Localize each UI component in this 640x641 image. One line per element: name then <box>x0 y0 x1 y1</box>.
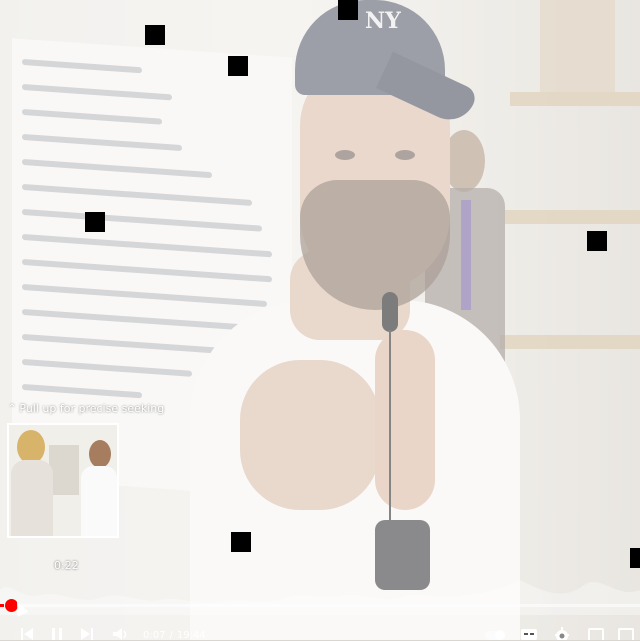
settings-button[interactable] <box>553 624 571 640</box>
previous-button[interactable] <box>20 624 34 640</box>
pause-icon <box>52 628 62 640</box>
player-controls <box>0 624 640 640</box>
next-icon <box>81 628 93 640</box>
miniplayer-button[interactable] <box>588 624 604 640</box>
previous-icon <box>21 628 33 640</box>
seek-hint-label: Pull up for precise seeking <box>19 402 165 415</box>
chevron-up-icon: ⌃ <box>8 403 17 414</box>
gear-icon <box>555 627 569 640</box>
time-separator: / <box>169 630 173 641</box>
progress-played <box>0 604 4 607</box>
fullscreen-button[interactable] <box>618 624 634 640</box>
pause-button[interactable] <box>50 624 64 640</box>
progress-track[interactable] <box>0 604 640 607</box>
fullscreen-icon <box>618 628 634 640</box>
next-button[interactable] <box>80 624 94 640</box>
artifact <box>587 231 607 251</box>
artifact <box>85 212 105 232</box>
artifact <box>145 25 165 45</box>
artifact <box>228 56 248 76</box>
duration: 19:44 <box>176 630 206 641</box>
volume-icon <box>113 628 127 640</box>
autoplay-toggle-icon <box>485 630 505 640</box>
artifact <box>338 0 358 20</box>
time-display: 0:07/19:44 <box>141 630 208 641</box>
volume-button[interactable] <box>112 624 128 640</box>
video-player[interactable]: NY <box>0 0 640 640</box>
captions-icon <box>521 629 537 640</box>
autoplay-toggle[interactable] <box>484 624 506 640</box>
artifact <box>231 532 251 552</box>
precise-seek-hint: ⌃ Pull up for precise seeking <box>8 402 164 415</box>
paused-overlay <box>0 0 640 640</box>
seek-preview-thumbnail <box>7 423 119 538</box>
current-time: 0:07 <box>143 630 166 641</box>
miniplayer-icon <box>588 628 604 640</box>
captions-button[interactable] <box>520 624 538 640</box>
